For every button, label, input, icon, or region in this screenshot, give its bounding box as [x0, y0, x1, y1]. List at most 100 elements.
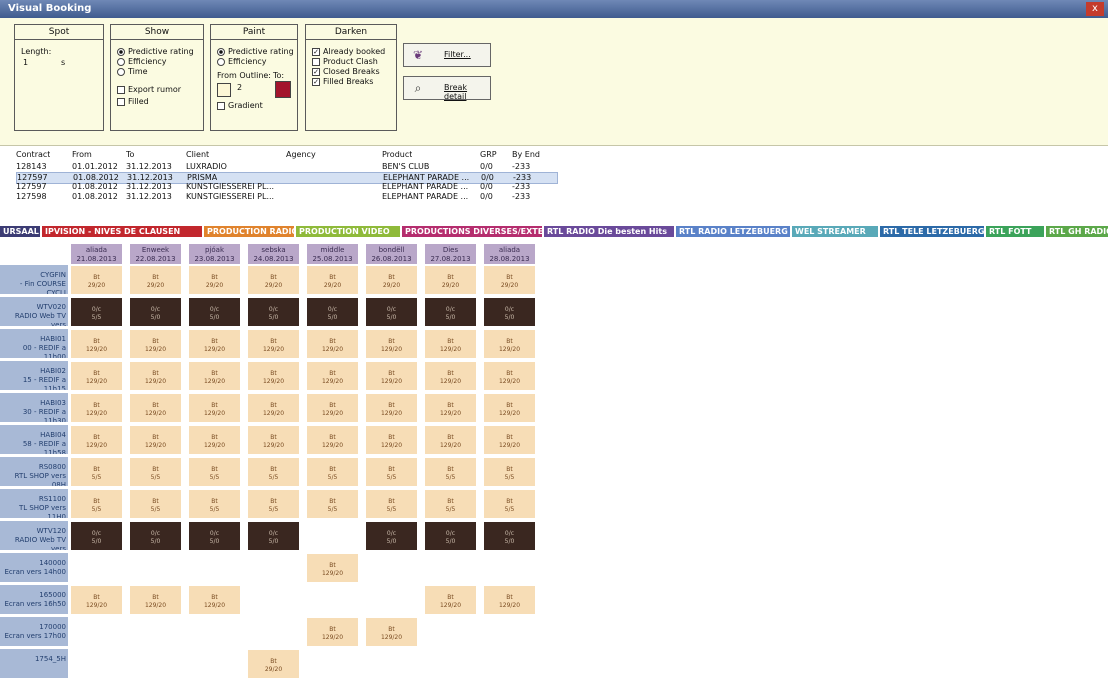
break-cell[interactable]: Bt 5/5 — [365, 457, 418, 487]
break-cell[interactable]: Bt 129/20 — [306, 393, 359, 423]
darken-already-booked[interactable]: Already booked — [312, 47, 385, 57]
break-cell[interactable]: Bt 129/20 — [129, 425, 182, 455]
break-cell[interactable]: 0/c 5/0 — [424, 297, 477, 327]
break-cell[interactable]: Bt 129/20 — [483, 585, 536, 615]
day-column-header[interactable]: Enweek 22.08.2013 — [129, 243, 182, 265]
col-by-end[interactable]: By End — [512, 150, 540, 160]
break-cell[interactable]: Bt 29/20 — [247, 649, 300, 679]
break-cell[interactable]: Bt 129/20 — [365, 393, 418, 423]
darken-product-clash[interactable]: Product Clash — [312, 57, 378, 67]
contract-row[interactable]: 127597 01.08.2012 31.12.2013 KUNSTGIESSEREI… — [16, 182, 556, 192]
break-cell[interactable]: Bt 129/20 — [365, 361, 418, 391]
tab-5[interactable]: PRODUCTIONS DIVERSES/EXTERNES — [402, 226, 542, 237]
break-cell[interactable]: Bt 129/20 — [424, 329, 477, 359]
break-cell[interactable]: Bt 129/20 — [365, 425, 418, 455]
break-cell[interactable]: Bt 129/20 — [247, 329, 300, 359]
day-column-header[interactable]: sebska 24.08.2013 — [247, 243, 300, 265]
show-option-efficiency[interactable]: Efficiency — [117, 57, 167, 67]
break-cell[interactable]: Bt 129/20 — [483, 361, 536, 391]
break-cell[interactable]: Bt 129/20 — [365, 617, 418, 647]
break-cell[interactable]: Bt 129/20 — [424, 425, 477, 455]
break-cell[interactable]: Bt 5/5 — [483, 489, 536, 519]
tab-11[interactable]: RTL GH RADIO — [1046, 226, 1108, 237]
break-cell[interactable]: Bt 129/20 — [424, 585, 477, 615]
break-cell[interactable]: Bt 5/5 — [129, 457, 182, 487]
break-cell[interactable]: Bt 129/20 — [188, 585, 241, 615]
day-column-header[interactable]: Dies 27.08.2013 — [424, 243, 477, 265]
break-cell[interactable]: Bt 129/20 — [129, 393, 182, 423]
from-color-swatch[interactable] — [217, 83, 231, 97]
break-cell[interactable]: Bt 129/20 — [306, 553, 359, 583]
break-cell[interactable]: Bt 129/20 — [483, 393, 536, 423]
contract-row[interactable]: 127598 01.08.2012 31.12.2013 KUNSTGIESSEREI… — [16, 192, 556, 202]
col-to[interactable]: To — [126, 150, 134, 160]
break-cell[interactable]: Bt 129/20 — [70, 585, 123, 615]
tab-1[interactable]: URSAAL — [0, 226, 40, 237]
break-cell[interactable]: Bt 129/20 — [247, 393, 300, 423]
tab-4[interactable]: PRODUCTION VIDEO — [296, 226, 400, 237]
paint-option-efficiency[interactable]: Efficiency — [217, 57, 267, 67]
break-cell[interactable]: Bt 129/20 — [70, 361, 123, 391]
break-cell[interactable]: Bt 129/20 — [483, 329, 536, 359]
col-contract[interactable]: Contract — [16, 150, 50, 160]
darken-filled-breaks[interactable]: Filled Breaks — [312, 77, 373, 87]
paint-option-predictive[interactable]: Predictive rating — [217, 47, 294, 57]
break-cell[interactable]: 0/c 5/0 — [483, 521, 536, 551]
col-from[interactable]: From — [72, 150, 92, 160]
show-option-time[interactable]: Time — [117, 67, 148, 77]
break-cell[interactable]: Bt 129/20 — [129, 329, 182, 359]
break-cell[interactable]: Bt 129/20 — [70, 393, 123, 423]
break-cell[interactable]: Bt 5/5 — [306, 489, 359, 519]
break-cell[interactable]: Bt 29/20 — [129, 265, 182, 295]
break-cell[interactable]: 0/c 5/0 — [247, 521, 300, 551]
show-option-predictive[interactable]: Predictive rating — [117, 47, 194, 57]
break-cell[interactable]: Bt 5/5 — [70, 489, 123, 519]
tab-7[interactable]: RTL RADIO LETZEBUERG — [676, 226, 790, 237]
break-cell[interactable]: Bt 129/20 — [306, 617, 359, 647]
break-cell[interactable]: Bt 29/20 — [424, 265, 477, 295]
break-cell[interactable]: Bt 129/20 — [306, 425, 359, 455]
break-cell[interactable]: Bt 129/20 — [188, 393, 241, 423]
tab-3[interactable]: PRODUCTION RADIO — [204, 226, 294, 237]
export-rumor-checkbox[interactable]: Export rumor — [117, 85, 181, 95]
break-cell[interactable]: 0/c 5/0 — [247, 297, 300, 327]
break-cell[interactable]: 0/c 5/0 — [129, 297, 182, 327]
col-product[interactable]: Product — [382, 150, 412, 160]
break-cell[interactable]: Bt 5/5 — [247, 489, 300, 519]
break-cell[interactable]: 0/c 5/0 — [306, 297, 359, 327]
break-cell[interactable]: Bt 5/5 — [188, 489, 241, 519]
break-cell[interactable]: Bt 5/5 — [188, 457, 241, 487]
break-cell[interactable]: Bt 129/20 — [70, 425, 123, 455]
break-cell[interactable]: Bt 5/5 — [70, 457, 123, 487]
col-client[interactable]: Client — [186, 150, 209, 160]
tab-6[interactable]: RTL RADIO Die besten Hits — [544, 226, 674, 237]
break-cell[interactable]: Bt 29/20 — [365, 265, 418, 295]
day-column-header[interactable]: pjóak 23.08.2013 — [188, 243, 241, 265]
break-cell[interactable]: Bt 129/20 — [70, 329, 123, 359]
length-input[interactable]: 1 — [23, 58, 28, 68]
break-cell[interactable]: 0/c 5/0 — [70, 521, 123, 551]
col-agency[interactable]: Agency — [286, 150, 316, 160]
break-cell[interactable]: Bt 129/20 — [247, 425, 300, 455]
break-cell[interactable]: Bt 129/20 — [188, 329, 241, 359]
tab-10[interactable]: RTL FOTT — [986, 226, 1044, 237]
break-cell[interactable]: 0/c 5/0 — [483, 297, 536, 327]
break-cell[interactable]: Bt 129/20 — [129, 361, 182, 391]
break-cell[interactable]: Bt 129/20 — [424, 361, 477, 391]
break-cell[interactable]: Bt 29/20 — [247, 265, 300, 295]
break-cell[interactable]: Bt 129/20 — [306, 361, 359, 391]
break-cell[interactable]: Bt 29/20 — [483, 265, 536, 295]
break-cell[interactable]: 0/c 5/0 — [129, 521, 182, 551]
col-grp[interactable]: GRP — [480, 150, 497, 160]
outline-value[interactable]: 2 — [237, 83, 242, 93]
gradient-checkbox[interactable]: Gradient — [217, 101, 263, 111]
break-cell[interactable]: Bt 5/5 — [306, 457, 359, 487]
day-column-header[interactable]: aliada 21.08.2013 — [70, 243, 123, 265]
break-cell[interactable]: Bt 129/20 — [247, 361, 300, 391]
break-cell[interactable]: 0/c 5/5 — [70, 297, 123, 327]
day-column-header[interactable]: bondëll 26.08.2013 — [365, 243, 418, 265]
break-cell[interactable]: 0/c 5/0 — [188, 521, 241, 551]
break-cell[interactable]: Bt 129/20 — [188, 425, 241, 455]
break-cell[interactable]: Bt 129/20 — [306, 329, 359, 359]
tab-9[interactable]: RTL TELE LETZEBUERG — [880, 226, 984, 237]
